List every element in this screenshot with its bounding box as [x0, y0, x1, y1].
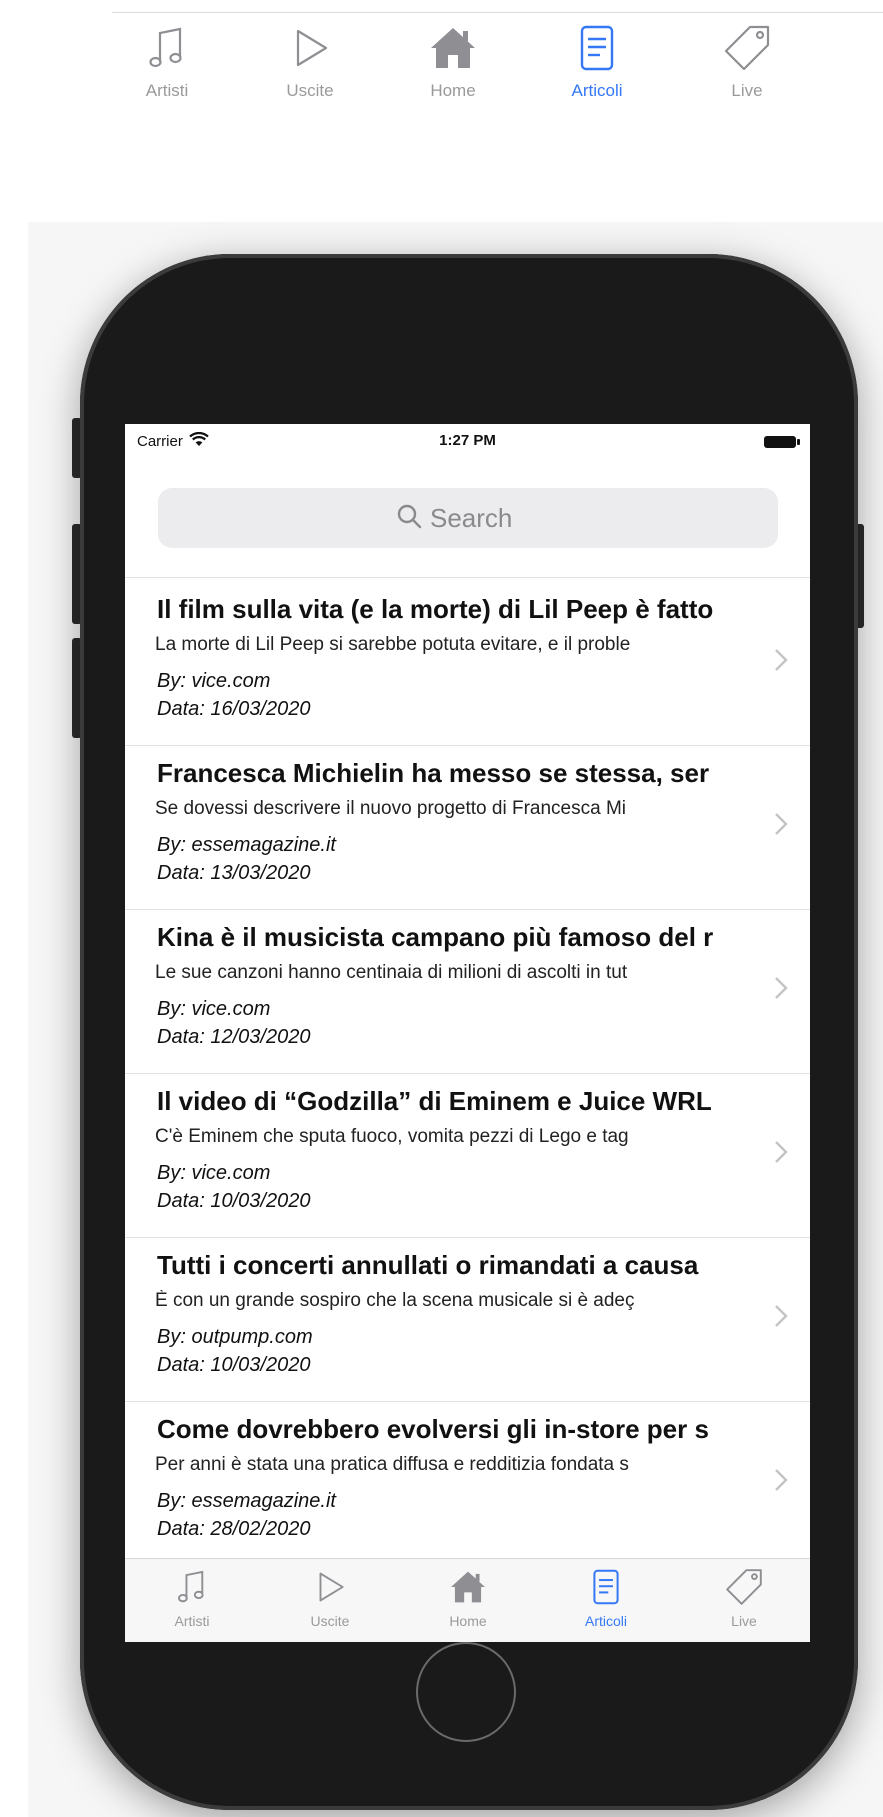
article-title: Kina è il musicista campano più famoso d… [157, 922, 714, 952]
article-title: Il film sulla vita (e la morte) di Lil P… [157, 594, 714, 624]
article-date: Data: 10/03/2020 [157, 1190, 311, 1212]
house-icon [426, 21, 480, 75]
article-snippet: È con un grande sospiro che la scena mus… [155, 1290, 635, 1311]
article-title: Tutti i concerti annullati o rimandati a… [157, 1250, 699, 1280]
article-snippet: Se dovessi descrivere il nuovo progetto … [155, 798, 627, 819]
status-time: 1:27 PM [439, 432, 496, 449]
battery-icon [764, 436, 800, 448]
chevron-right-icon [774, 1140, 788, 1169]
chevron-right-icon [774, 648, 788, 677]
article-source: By: vice.com [157, 998, 271, 1020]
tab-label: Artisti [145, 81, 189, 100]
tab-label: Uscite [286, 81, 334, 100]
article-snippet: La morte di Lil Peep si sarebbe potuta e… [155, 634, 631, 655]
search-input[interactable] [430, 502, 540, 534]
article-row[interactable]: Il film sulla vita (e la morte) di Lil P… [125, 582, 810, 746]
tab-label: Live [731, 1613, 757, 1629]
home-button[interactable] [416, 1642, 516, 1742]
search-bar-container [125, 458, 810, 578]
document-icon [584, 1565, 628, 1609]
article-title: Il video di “Godzilla” di Eminem e Juice… [157, 1086, 712, 1116]
search-icon [396, 503, 422, 534]
article-row[interactable]: Francesca Michielin ha messo se stessa, … [125, 746, 810, 910]
tab-label: Home [430, 81, 476, 100]
tab-label: Live [731, 81, 763, 100]
top-tab-bar: Artisti Uscite Home Articoli Live [112, 12, 883, 122]
tab-label: Articoli [571, 81, 623, 100]
play-icon [308, 1565, 352, 1609]
tab-uscite[interactable]: Uscite [285, 1565, 375, 1641]
tab-artisti[interactable]: Artisti [112, 21, 222, 121]
article-row[interactable]: Il video di “Godzilla” di Eminem e Juice… [125, 1074, 810, 1238]
bottom-tab-bar: Artisti Uscite Home Articoli Live [125, 1558, 810, 1642]
article-title: Francesca Michielin ha messo se stessa, … [157, 758, 710, 788]
article-row[interactable]: Come dovrebbero evolversi gli in-store p… [125, 1402, 810, 1566]
article-list: Il film sulla vita (e la morte) di Lil P… [125, 582, 810, 1566]
tab-label: Uscite [310, 1613, 350, 1629]
tag-icon [720, 21, 774, 75]
status-bar: Carrier 1:27 PM [125, 424, 810, 458]
article-date: Data: 28/02/2020 [157, 1518, 311, 1540]
tab-home[interactable]: Home [423, 1565, 513, 1641]
tab-home[interactable]: Home [398, 21, 508, 121]
article-snippet: Le sue canzoni hanno centinaia di milion… [155, 962, 628, 983]
article-date: Data: 10/03/2020 [157, 1354, 311, 1376]
article-snippet: Per anni è stata una pratica diffusa e r… [155, 1454, 629, 1475]
tab-label: Artisti [174, 1613, 210, 1629]
chevron-right-icon [774, 1468, 788, 1497]
play-icon [283, 21, 337, 75]
tab-articoli[interactable]: Articoli [542, 21, 652, 121]
article-row[interactable]: Tutti i concerti annullati o rimandati a… [125, 1238, 810, 1402]
article-source: By: essemagazine.it [157, 834, 336, 856]
article-source: By: outpump.com [157, 1326, 313, 1348]
tab-live[interactable]: Live [699, 1565, 789, 1641]
tab-articoli[interactable]: Articoli [561, 1565, 651, 1641]
tab-uscite[interactable]: Uscite [255, 21, 365, 121]
tab-artisti[interactable]: Artisti [147, 1565, 237, 1641]
tab-live[interactable]: Live [692, 21, 802, 121]
article-source: By: vice.com [157, 1162, 271, 1184]
article-snippet: C'è Eminem che sputa fuoco, vomita pezzi… [155, 1126, 629, 1147]
article-source: By: essemagazine.it [157, 1490, 336, 1512]
chevron-right-icon [774, 812, 788, 841]
article-date: Data: 16/03/2020 [157, 698, 311, 720]
article-date: Data: 13/03/2020 [157, 862, 311, 884]
phone-screen: Carrier 1:27 PM Il film s [125, 424, 810, 1642]
music-note-icon [170, 1565, 214, 1609]
music-note-icon [140, 21, 194, 75]
document-icon [570, 21, 624, 75]
article-row[interactable]: Kina è il musicista campano più famoso d… [125, 910, 810, 1074]
search-bar[interactable] [158, 488, 778, 548]
article-source: By: vice.com [157, 670, 271, 692]
chevron-right-icon [774, 976, 788, 1005]
tag-icon [722, 1565, 766, 1609]
tab-label: Home [449, 1613, 487, 1629]
tab-label: Articoli [584, 1613, 627, 1629]
article-date: Data: 12/03/2020 [157, 1026, 311, 1048]
house-icon [446, 1565, 490, 1609]
article-title: Come dovrebbero evolversi gli in-store p… [157, 1414, 709, 1444]
chevron-right-icon [774, 1304, 788, 1333]
